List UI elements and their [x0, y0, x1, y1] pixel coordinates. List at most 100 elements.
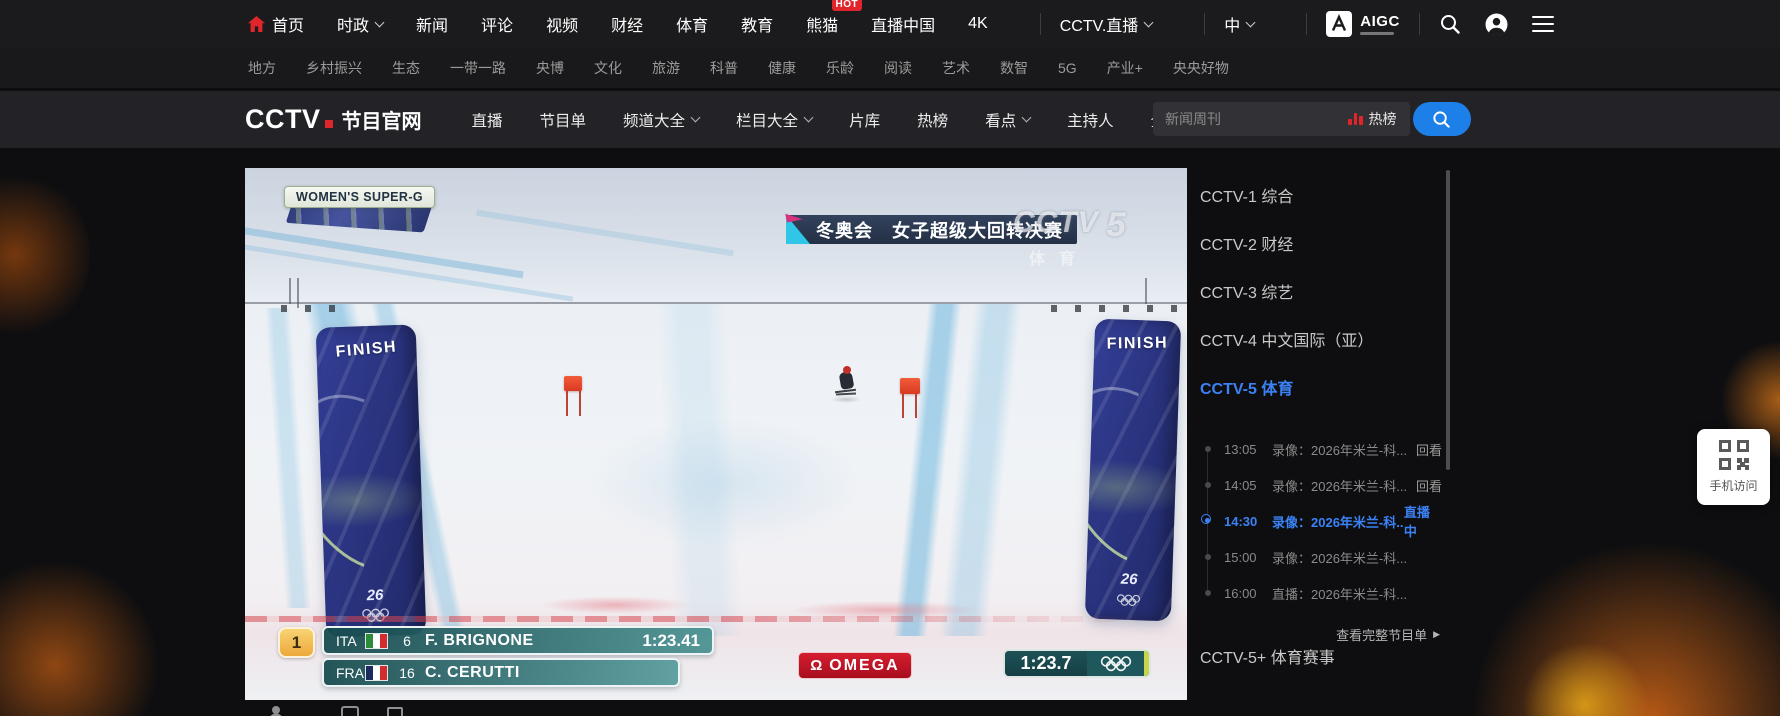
sitenav-item-zhuchiren[interactable]: 主持人	[1067, 109, 1114, 131]
subnav-item[interactable]: 艺术	[942, 58, 970, 78]
view-full-schedule-link[interactable]: 查看完整节目单 ▶	[1200, 625, 1450, 644]
banner-number: 26	[325, 585, 426, 605]
cable-line	[245, 302, 1187, 304]
subnav-item[interactable]: 乐龄	[826, 58, 854, 78]
barrage-user-icon[interactable]	[267, 704, 285, 716]
subnav-item[interactable]: 阅读	[884, 58, 912, 78]
timeline-dot	[1205, 446, 1211, 452]
schedule-time: 14:30	[1224, 514, 1264, 529]
sitenav-item-jiemudan[interactable]: 节目单	[540, 109, 587, 131]
topnav-item-xiongmao[interactable]: 熊猫HOT	[806, 12, 838, 36]
topnav-item-label: 直播中国	[871, 12, 935, 36]
subnav-item[interactable]: 生态	[392, 58, 420, 78]
country-code: ITA	[324, 633, 366, 649]
topnav-home[interactable]: 首页	[248, 12, 304, 36]
topnav-item-pinglun[interactable]: 评论	[481, 12, 513, 36]
menu-icon[interactable]	[1532, 16, 1554, 33]
main-content: FINISH 26 FINISH 26 WOMEN'S SUPER-G 冬奥	[245, 168, 1780, 700]
sidebar-channel-cctv1[interactable]: CCTV-1 综合	[1200, 171, 1450, 219]
schedule-row[interactable]: 13:05 录像：2026年米兰-科... 回看	[1200, 431, 1442, 467]
topnav-item-shipin[interactable]: 视频	[546, 12, 578, 36]
replay-link[interactable]: 回看	[1416, 476, 1442, 495]
search-zone: 热榜	[1153, 102, 1410, 136]
schedule-row-live[interactable]: 14:30 录像：2026年米兰-科... 直播中	[1200, 503, 1442, 539]
theater-mode-icon[interactable]	[341, 706, 359, 716]
bg-blob	[0, 560, 160, 716]
subnav-item[interactable]: 科普	[710, 58, 738, 78]
leaderboard: 1 ITA 6 F. BRIGNONE 1:23.41 FRA 16 C. CE…	[278, 626, 714, 687]
schedule-time: 15:00	[1224, 550, 1264, 565]
topnav-item-label: 视频	[546, 12, 578, 36]
mobile-access-button[interactable]: 手机访问	[1697, 429, 1770, 505]
schedule-row[interactable]: 15:00 录像：2026年米兰-科...	[1200, 539, 1442, 575]
timeline-dot	[1205, 482, 1211, 488]
topnav-item-shizheng[interactable]: 时政	[337, 12, 383, 36]
aigc-subtext	[1360, 32, 1394, 35]
banner-number: 26	[1086, 569, 1173, 589]
cable-flag	[281, 305, 287, 312]
subnav-item[interactable]: 健康	[768, 58, 796, 78]
search-input[interactable]	[1153, 102, 1335, 136]
broadcast-title-banner: 冬奥会 女子超级大回转决赛	[788, 215, 1077, 244]
chevron-down-icon	[691, 113, 701, 123]
cctv-program-logo[interactable]: CCTV 节目官网	[245, 104, 422, 135]
event-label: WOMEN'S SUPER-G	[284, 186, 435, 208]
logo-cctv-text: CCTV	[245, 104, 321, 135]
sitenav-item-label: 主持人	[1067, 109, 1114, 131]
cable-flag	[1051, 305, 1057, 312]
sidebar-channel-cctv4[interactable]: CCTV-4 中文国际（亚）	[1200, 315, 1450, 363]
bib-number: 16	[395, 665, 419, 681]
search-icon[interactable]	[1439, 13, 1461, 35]
sidebar-channel-cctv2[interactable]: CCTV-2 财经	[1200, 219, 1450, 267]
schedule-row[interactable]: 16:00 直播：2026年米兰-科...	[1200, 575, 1442, 611]
search-button[interactable]	[1413, 102, 1471, 136]
aigc-icon	[1326, 11, 1352, 37]
subnav-item[interactable]: 地方	[248, 58, 276, 78]
topnav-item-label: CCTV.直播	[1060, 12, 1139, 36]
subnav-item[interactable]: 央博	[536, 58, 564, 78]
topnav-item-jiaoyu[interactable]: 教育	[741, 12, 773, 36]
subnav-item[interactable]: 数智	[1000, 58, 1028, 78]
hot-ranking-link[interactable]: 热榜	[1335, 109, 1410, 129]
user-avatar-icon[interactable]	[1485, 13, 1508, 36]
topnav-item-tiyu[interactable]: 体育	[676, 12, 708, 36]
language-switcher[interactable]: 中	[1224, 12, 1254, 36]
subnav-item[interactable]: 5G	[1058, 60, 1077, 76]
schedule-row[interactable]: 14:05 录像：2026年米兰-科... 回看	[1200, 467, 1442, 503]
sitenav-item-pianku[interactable]: 片库	[849, 109, 880, 131]
sitenav-item-label: 直播	[472, 109, 503, 131]
mini-player-icon[interactable]	[387, 707, 403, 716]
sitenav-item-kandian[interactable]: 看点	[985, 109, 1030, 131]
subnav-item[interactable]: 文化	[594, 58, 622, 78]
topnav-item-zhibozhongguo[interactable]: 直播中国	[871, 12, 935, 36]
sitenav-item-zhibo[interactable]: 直播	[472, 109, 503, 131]
topnav-item-caijing[interactable]: 财经	[611, 12, 643, 36]
sidebar-channel-cctv5[interactable]: CCTV-5 体育	[1200, 363, 1450, 411]
subnav-item[interactable]: 旅游	[652, 58, 680, 78]
topnav-item-xinwen[interactable]: 新闻	[416, 12, 448, 36]
subnav-item[interactable]: 央央好物	[1173, 58, 1229, 78]
aigc-text: AIGC	[1360, 14, 1400, 35]
sitenav-item-rebang[interactable]: 热榜	[917, 109, 948, 131]
schedule-time: 14:05	[1224, 478, 1264, 493]
subnav-item[interactable]: 乡村振兴	[306, 58, 362, 78]
sitenav-item-pindaodaquan[interactable]: 频道大全	[623, 109, 699, 131]
sidebar-channel-cctv5plus[interactable]: CCTV-5+ 体育赛事	[1200, 650, 1335, 667]
banner-swirl	[1085, 363, 1181, 591]
sidebar-channel-cctv3[interactable]: CCTV-3 综艺	[1200, 267, 1450, 315]
aigc-logo[interactable]: AIGC	[1326, 11, 1400, 37]
chevron-down-icon	[1144, 17, 1154, 27]
sitenav-item-lanmudaquan[interactable]: 栏目大全	[736, 109, 812, 131]
live-now-badge: 直播中	[1404, 502, 1442, 540]
topnav-item-4k[interactable]: 4K	[968, 15, 988, 33]
sidebar-scrollbar[interactable]	[1446, 170, 1450, 470]
topnav-cctv-live[interactable]: CCTV.直播	[1060, 12, 1153, 36]
mobile-access-label: 手机访问	[1709, 477, 1757, 494]
view-full-label: 查看完整节目单	[1336, 625, 1427, 644]
divider	[1306, 13, 1307, 35]
replay-link[interactable]: 回看	[1416, 440, 1442, 459]
subnav-item[interactable]: 产业+	[1107, 58, 1143, 78]
leaderboard-row: FRA 16 C. CERUTTI	[322, 658, 680, 687]
video-player[interactable]: FINISH 26 FINISH 26 WOMEN'S SUPER-G 冬奥	[245, 168, 1187, 700]
subnav-item[interactable]: 一带一路	[450, 58, 506, 78]
